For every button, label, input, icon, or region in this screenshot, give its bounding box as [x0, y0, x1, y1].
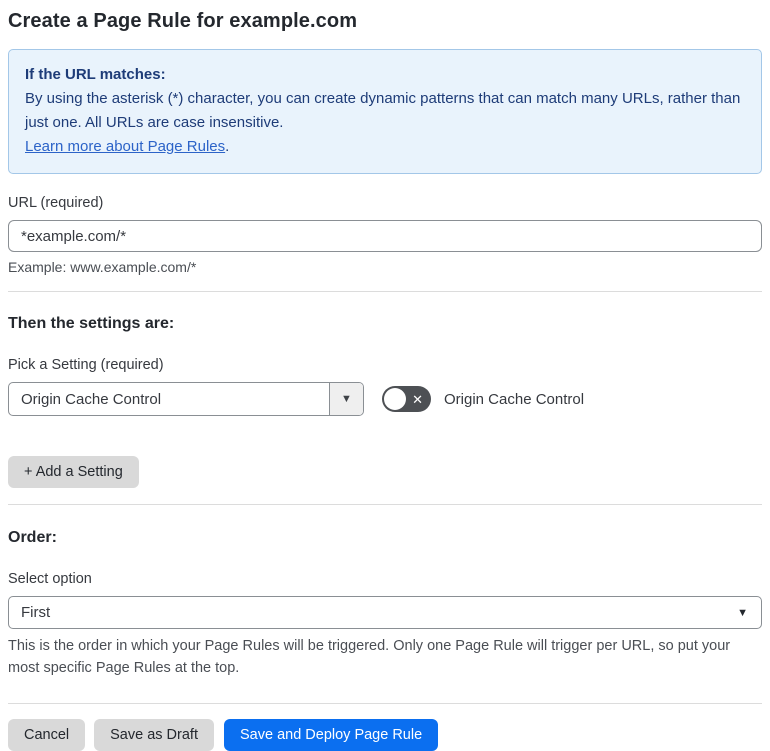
order-select[interactable]: First ▼	[8, 596, 762, 629]
toggle-label: Origin Cache Control	[444, 390, 585, 408]
add-setting-button[interactable]: + Add a Setting	[8, 456, 139, 488]
setting-select-value: Origin Cache Control	[21, 390, 162, 408]
url-example-helper: Example: www.example.com/*	[8, 259, 197, 275]
cancel-button[interactable]: Cancel	[8, 719, 86, 751]
divider	[8, 504, 762, 505]
info-box-link-line: Learn more about Page Rules.	[25, 135, 745, 159]
url-input[interactable]	[8, 220, 762, 252]
divider	[8, 703, 762, 704]
pick-setting-label: Pick a Setting (required)	[8, 357, 164, 373]
save-as-draft-button[interactable]: Save as Draft	[94, 719, 214, 751]
page-title: Create a Page Rule for example.com	[8, 10, 358, 32]
save-and-deploy-button[interactable]: Save and Deploy Page Rule	[223, 719, 439, 751]
order-select-value: First	[21, 604, 51, 621]
url-match-info-box: If the URL matches: By using the asteris…	[8, 49, 762, 174]
create-page-rule-form: Create a Page Rule for example.com If th…	[0, 10, 770, 751]
order-section-heading: Order:	[8, 529, 57, 546]
footer-actions: Cancel Save as Draft Save and Deploy Pag…	[8, 719, 762, 751]
setting-select-caret-button[interactable]: ▼	[329, 383, 363, 415]
link-suffix: .	[225, 138, 230, 155]
settings-section-heading: Then the settings are:	[8, 315, 175, 332]
info-box-heading: If the URL matches:	[25, 66, 166, 83]
setting-picker-row: Origin Cache Control ▼ ✕ Origin Cache Co…	[8, 382, 762, 416]
order-select-label: Select option	[8, 571, 92, 587]
learn-more-link[interactable]: Learn more about Page Rules	[25, 138, 225, 155]
setting-select[interactable]: Origin Cache Control ▼	[8, 382, 364, 416]
url-field-label: URL (required)	[8, 195, 104, 211]
toggle-knob	[384, 388, 406, 410]
toggle-off-x-icon: ✕	[412, 391, 423, 407]
caret-down-icon: ▼	[341, 393, 352, 405]
caret-down-icon: ▼	[737, 606, 748, 619]
divider	[8, 291, 762, 292]
order-helper-text: This is the order in which your Page Rul…	[8, 638, 731, 676]
info-box-body: By using the asterisk (*) character, you…	[25, 90, 741, 131]
origin-cache-control-toggle[interactable]: ✕	[382, 386, 431, 412]
